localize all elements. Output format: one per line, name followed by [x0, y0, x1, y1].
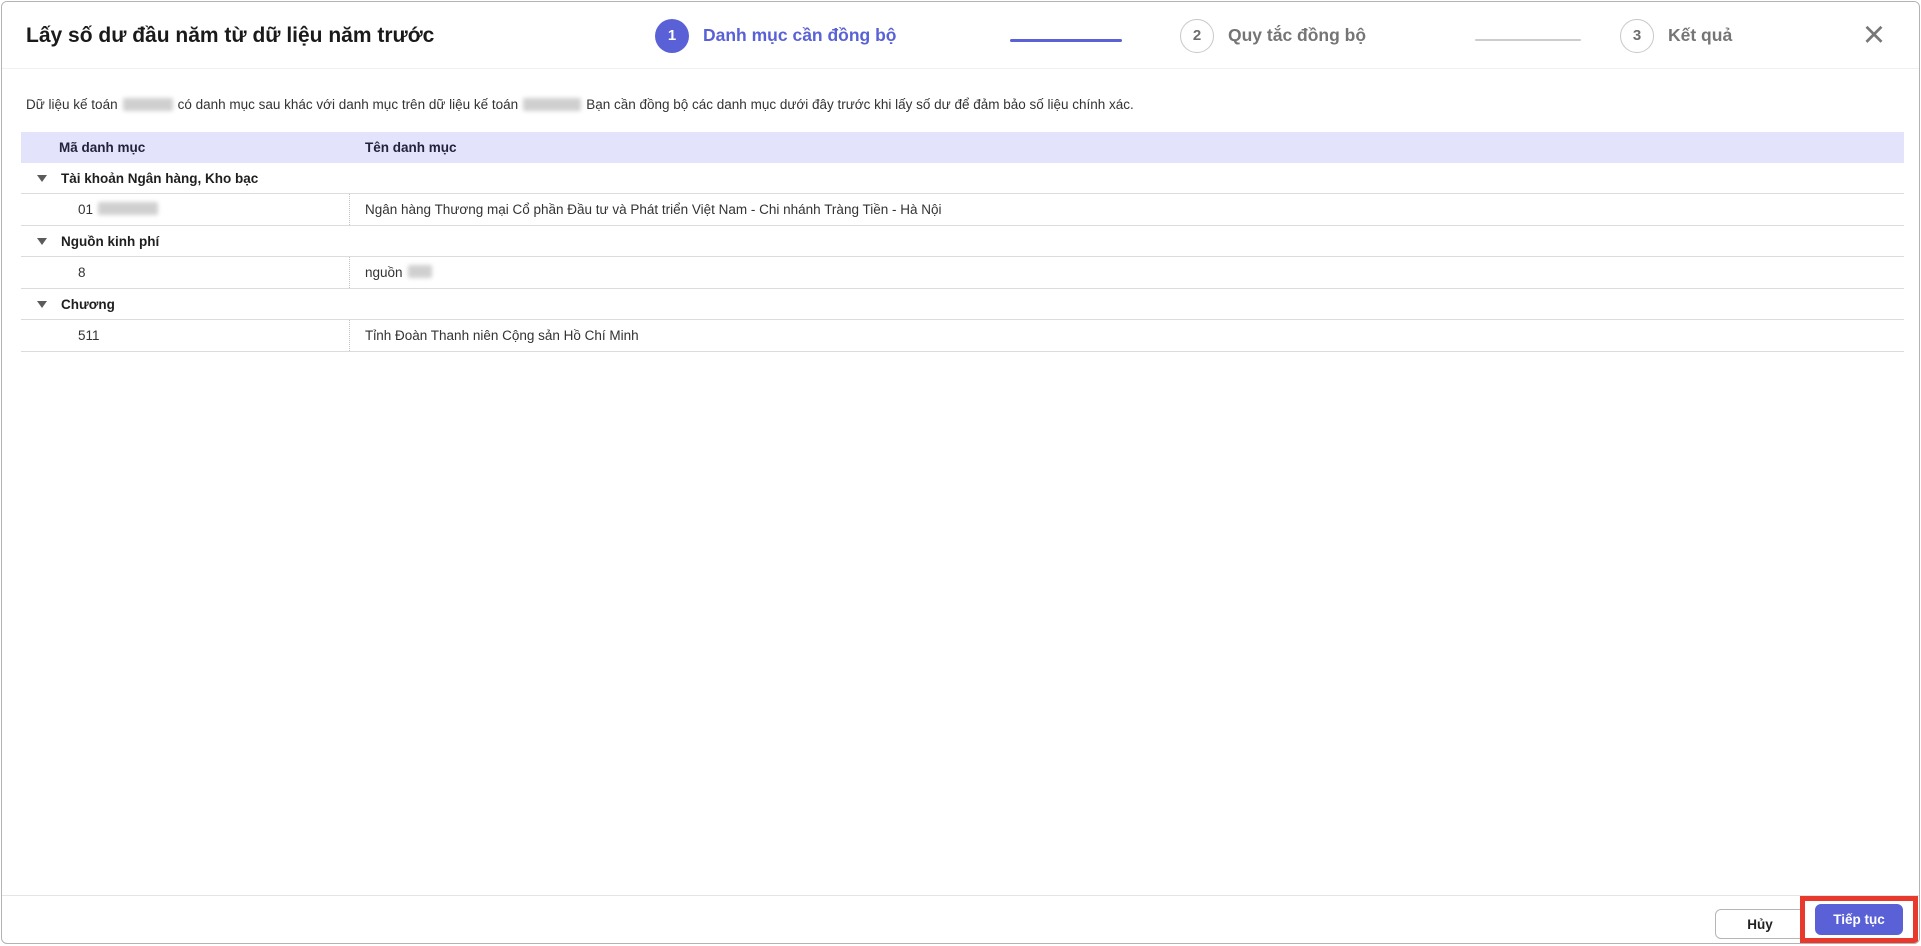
group-row-bank-accounts[interactable]: Tài khoản Ngân hàng, Kho bạc — [21, 163, 1904, 194]
cell-code: 01 — [21, 194, 349, 225]
description: Dữ liệu kế toán có danh mục sau khác với … — [26, 97, 1134, 113]
footer-divider — [2, 895, 1919, 896]
page-title: Lấy số dư đầu năm từ dữ liệu năm trước — [26, 24, 435, 47]
group-row-chapter[interactable]: Chương — [21, 289, 1904, 320]
column-header-code: Mã danh mục — [59, 140, 146, 155]
description-text-1: Dữ liệu kế toán — [26, 97, 118, 112]
step-2-badge: 2 — [1180, 18, 1214, 53]
group-label: Tài khoản Ngân hàng, Kho bạc — [61, 170, 259, 186]
cancel-button[interactable]: Hủy — [1715, 909, 1805, 939]
redacted-text — [98, 202, 159, 215]
collapse-arrow-icon[interactable] — [37, 300, 47, 308]
close-button[interactable]: × — [1855, 16, 1893, 54]
cell-name: Ngân hàng Thương mại Cổ phần Đầu tư và P… — [349, 194, 1904, 225]
name-text: Tỉnh Đoàn Thanh niên Cộng sản Hồ Chí Min… — [365, 328, 639, 343]
name-text: Ngân hàng Thương mại Cổ phần Đầu tư và P… — [365, 202, 942, 217]
group-label: Chương — [61, 296, 115, 312]
table-row: 8 nguồn — [21, 257, 1904, 289]
step-1-label: Danh mục cần đồng bộ — [703, 25, 897, 45]
sync-categories-dialog: Lấy số dư đầu năm từ dữ liệu năm trước 1… — [1, 1, 1920, 944]
step-3-label: Kết quả — [1668, 25, 1733, 45]
collapse-arrow-icon[interactable] — [37, 174, 47, 182]
step-1-badge: 1 — [655, 18, 689, 53]
step-3-badge: 3 — [1620, 18, 1654, 53]
categories-table: Mã danh mục Tên danh mục Tài khoản Ngân … — [21, 132, 1904, 352]
collapse-arrow-icon[interactable] — [37, 237, 47, 245]
code-text: 8 — [78, 265, 86, 280]
code-text: 01 — [78, 202, 94, 217]
redacted-text — [523, 97, 582, 111]
description-text-2: có danh mục sau khác với danh mục trên d… — [177, 97, 519, 112]
description-text-3: Bạn cần đồng bộ các danh mục dưới đây tr… — [586, 97, 1134, 112]
step-2-label: Quy tắc đồng bộ — [1228, 25, 1367, 45]
cell-code: 8 — [21, 257, 349, 288]
column-header-name: Tên danh mục — [365, 140, 457, 155]
table-header-row: Mã danh mục Tên danh mục — [21, 132, 1904, 163]
stepper-step-1: 1 Danh mục cần đồng bộ — [655, 2, 896, 69]
continue-button[interactable]: Tiếp tục — [1815, 904, 1903, 935]
stepper-step-2: 2 Quy tắc đồng bộ — [1180, 2, 1366, 69]
cell-name: nguồn — [349, 257, 1904, 288]
cell-name: Tỉnh Đoàn Thanh niên Cộng sản Hồ Chí Min… — [349, 320, 1904, 351]
stepper-step-3: 3 Kết quả — [1620, 2, 1732, 69]
cell-code: 511 — [21, 320, 349, 351]
step-connector-active — [1010, 39, 1122, 42]
step-connector-inactive — [1475, 39, 1581, 41]
table-row: 01 Ngân hàng Thương mại Cổ phần Đầu tư v… — [21, 194, 1904, 226]
dialog-header: Lấy số dư đầu năm từ dữ liệu năm trước 1… — [2, 2, 1919, 69]
group-row-funding-source[interactable]: Nguồn kinh phí — [21, 226, 1904, 257]
redacted-text — [122, 97, 173, 111]
code-text: 511 — [78, 328, 100, 343]
table-row: 511 Tỉnh Đoàn Thanh niên Cộng sản Hồ Chí… — [21, 320, 1904, 352]
redacted-text — [407, 265, 432, 278]
name-text: nguồn — [365, 265, 403, 280]
close-icon: × — [1862, 14, 1886, 56]
group-label: Nguồn kinh phí — [61, 233, 160, 249]
annotation-highlight-box: Tiếp tục — [1800, 896, 1918, 943]
